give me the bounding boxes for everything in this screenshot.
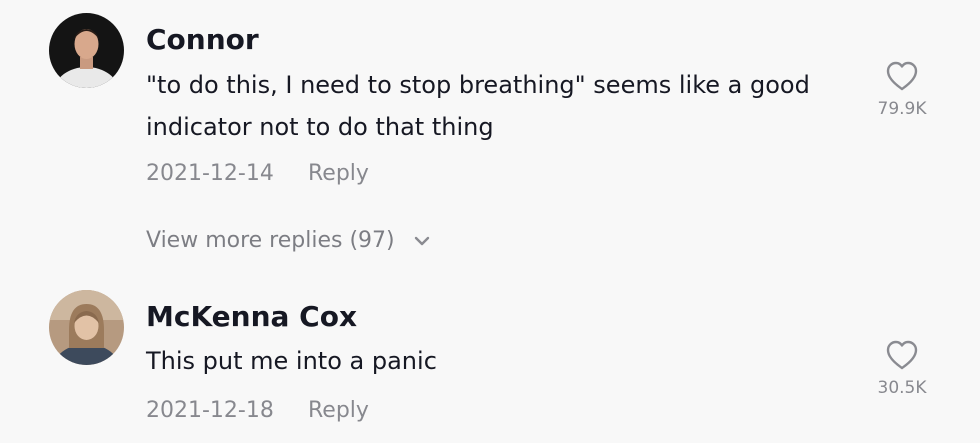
view-more-replies-label: View more replies (97) [146, 228, 395, 253]
reply-button[interactable]: Reply [308, 395, 369, 427]
like-count: 79.9K [877, 99, 927, 119]
comment-meta: 2021-12-14 Reply [146, 158, 369, 190]
view-more-replies-button[interactable]: View more replies (97) [146, 225, 432, 257]
avatar[interactable] [49, 13, 124, 88]
avatar[interactable] [49, 290, 124, 365]
chevron-down-icon [414, 236, 429, 246]
heart-icon[interactable] [884, 58, 920, 94]
heart-icon[interactable] [884, 337, 920, 373]
comment-date: 2021-12-18 [146, 398, 274, 423]
reply-button[interactable]: Reply [308, 158, 369, 190]
comment-text: This put me into a panic [146, 347, 437, 375]
comment-meta: 2021-12-18 Reply [146, 395, 369, 427]
comment-username[interactable]: McKenna Cox [146, 299, 357, 335]
comment-text: "to do this, I need to stop breathing" s… [146, 71, 810, 141]
like-button[interactable]: 79.9K [860, 58, 944, 120]
comment-username[interactable]: Connor [146, 22, 259, 58]
like-count: 30.5K [877, 378, 927, 398]
comment-date: 2021-12-14 [146, 161, 274, 186]
comment-list: Connor "to do this, I need to stop breat… [0, 0, 980, 443]
like-button[interactable]: 30.5K [860, 337, 944, 399]
